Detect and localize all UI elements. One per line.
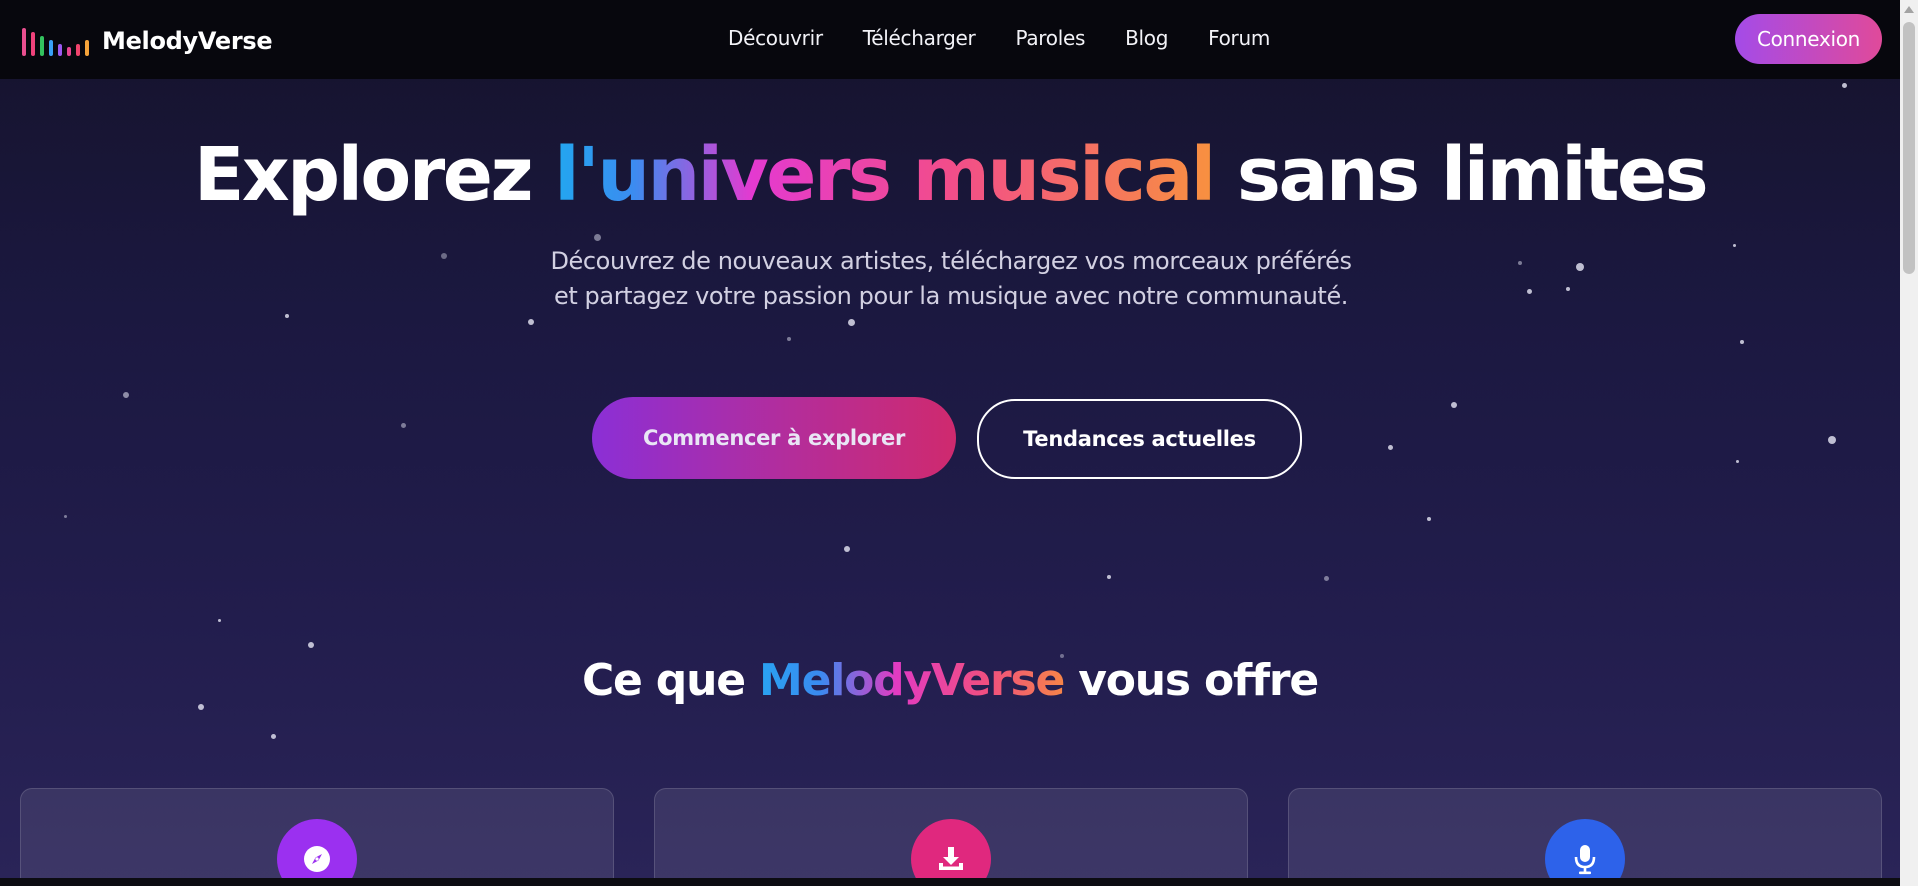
features-title-start: Ce que xyxy=(581,655,759,706)
star xyxy=(1527,289,1532,294)
star xyxy=(848,319,855,326)
equalizer-logo-icon xyxy=(22,26,89,56)
brand-logo-link[interactable]: MelodyVerse xyxy=(22,24,273,58)
bottom-edge xyxy=(0,878,1918,886)
vertical-scrollbar[interactable] xyxy=(1900,0,1918,886)
login-button[interactable]: Connexion xyxy=(1735,14,1882,64)
star xyxy=(271,734,276,739)
nav-link-paroles[interactable]: Paroles xyxy=(1015,26,1085,50)
star xyxy=(1828,436,1836,444)
star xyxy=(1566,287,1570,291)
star xyxy=(787,337,791,341)
compass-icon xyxy=(304,846,330,872)
compass-icon-badge xyxy=(277,819,357,886)
feature-card-discover[interactable] xyxy=(20,788,614,886)
star xyxy=(64,515,67,518)
star xyxy=(1388,445,1393,450)
star xyxy=(1107,575,1111,579)
star xyxy=(1427,517,1431,521)
nav-link-telecharger[interactable]: Télécharger xyxy=(863,26,976,50)
brand-name: MelodyVerse xyxy=(102,27,273,55)
star xyxy=(844,546,850,552)
nav-menu: Découvrir Télécharger Paroles Blog Forum xyxy=(728,26,1270,50)
star xyxy=(1324,576,1329,581)
feature-card-lyrics[interactable] xyxy=(1288,788,1882,886)
star xyxy=(123,392,129,398)
nav-link-forum[interactable]: Forum xyxy=(1208,26,1270,50)
hero-title-start: Explorez xyxy=(193,132,555,218)
star xyxy=(1451,402,1457,408)
star xyxy=(1736,460,1739,463)
hero-title-highlight: l'univers musical xyxy=(554,132,1216,218)
star xyxy=(594,234,601,241)
star xyxy=(1733,244,1736,247)
star xyxy=(401,423,406,428)
star xyxy=(218,619,221,622)
star xyxy=(1518,261,1522,265)
features-title-end: vous offre xyxy=(1064,655,1319,706)
download-icon-badge xyxy=(911,819,991,886)
features-section-title: Ce que MelodyVerse vous offre xyxy=(0,654,1900,708)
star xyxy=(1740,340,1744,344)
hero-title: Explorez l'univers musical sans limites xyxy=(0,130,1900,220)
star xyxy=(308,642,314,648)
star xyxy=(285,314,289,318)
top-navbar: MelodyVerse Découvrir Télécharger Parole… xyxy=(0,0,1900,79)
hero-title-end: sans limites xyxy=(1213,132,1709,218)
download-icon xyxy=(939,847,963,870)
features-title-highlight: MelodyVerse xyxy=(758,655,1065,706)
hero-subtitle: Découvrez de nouveaux artistes, téléchar… xyxy=(550,247,1352,310)
star xyxy=(1576,263,1584,271)
scrollbar-thumb[interactable] xyxy=(1903,22,1915,274)
star xyxy=(441,253,447,259)
start-exploring-button[interactable]: Commencer à explorer xyxy=(592,397,956,479)
microphone-icon xyxy=(1574,845,1596,875)
nav-link-decouvrir[interactable]: Découvrir xyxy=(728,26,823,50)
nav-link-blog[interactable]: Blog xyxy=(1125,26,1168,50)
scroll-up-arrow-icon[interactable] xyxy=(1904,6,1914,13)
feature-card-download[interactable] xyxy=(654,788,1248,886)
trending-button[interactable]: Tendances actuelles xyxy=(977,399,1302,479)
microphone-icon-badge xyxy=(1545,819,1625,886)
star xyxy=(528,319,534,325)
star xyxy=(1842,83,1847,88)
